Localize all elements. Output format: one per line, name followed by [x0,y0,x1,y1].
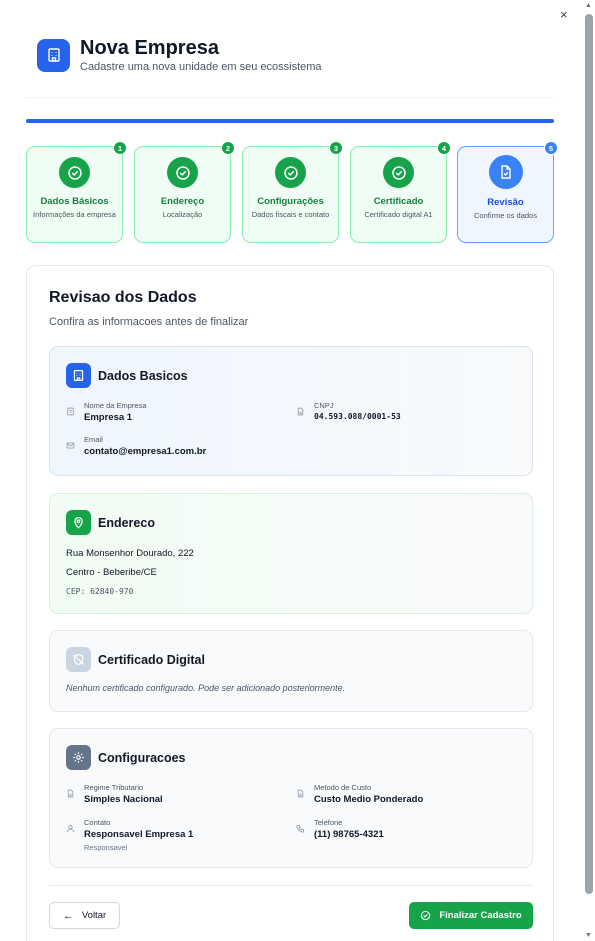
finish-button[interactable]: Finalizar Cadastro [409,902,533,929]
step-description: Informações da empresa [33,210,116,219]
review-card: Revisao dos Dados Confira as informacoes… [26,265,554,941]
document-icon [296,403,306,421]
field-note: Responsavel [84,843,128,852]
step-title: Endereço [160,196,205,207]
mail-icon [66,437,76,457]
scroll-down-icon[interactable]: ▼ [585,932,592,939]
field-label: Telefone [314,818,343,827]
page-title: Nova Empresa [80,37,219,59]
review-title: Revisao dos Dados [49,289,197,306]
step-description: Dados fiscais e contato [251,210,330,219]
step-title: Configurações [257,196,324,207]
section-configuracoes: Configuracoes Regime Tributario Simples … [49,728,533,868]
address-cep: CEP: 62840-970 [66,587,134,596]
step-number-badge: 5 [544,141,558,155]
field-metodo-custo: Metodo de Custo Custo Medio Ponderado [296,783,423,805]
step-endereco[interactable]: Endereço Localização 2 [134,141,235,243]
check-circle-icon [420,910,431,921]
page-subtitle: Cadastre uma nova unidade em seu ecossis… [80,61,322,73]
scroll-thumb[interactable] [585,14,593,894]
check-circle-icon [167,157,198,188]
field-label: Metodo de Custo [314,783,372,792]
header-divider [26,97,554,98]
progress-bar [26,119,554,123]
map-pin-icon [66,510,91,535]
field-label: Email [84,435,103,444]
stepper: Dados Básicos Informações da empresa 1 E… [26,141,558,244]
step-title: Revisão [487,197,524,208]
scroll-up-icon[interactable]: ▲ [585,2,592,9]
field-cnpj: CNPJ 04.593.088/0001-53 [296,401,401,421]
step-description: Confirme os dados [474,211,537,220]
building-icon [37,38,70,72]
step-number-badge: 4 [437,141,451,155]
field-label: CNPJ [314,401,334,410]
arrow-left-icon: ← [62,909,74,922]
field-label: Nome da Empresa [84,401,147,410]
finish-button-label: Finalizar Cadastro [439,910,522,921]
building-icon [66,403,76,423]
step-description: Certificado digital A1 [364,210,433,219]
step-certificado[interactable]: Certificado Certificado digital A1 4 [350,141,451,243]
file-check-icon [488,155,523,189]
field-nome-empresa: Nome da Empresa Empresa 1 [66,401,147,423]
field-value: Custo Medio Ponderado [314,794,424,805]
section-endereco: Endereco Rua Monsenhor Dourado, 222 Cent… [49,493,533,614]
field-contato: Contato Responsavel Empresa 1 Responsave… [66,818,193,852]
step-title: Certificado [373,196,424,207]
field-label: Contato [84,818,111,827]
check-circle-icon [59,157,90,188]
footer-divider [49,885,533,886]
phone-icon [296,820,306,840]
step-configuracoes[interactable]: Configurações Dados fiscais e contato 3 [242,141,343,243]
section-title: Configuracoes [98,750,186,765]
shield-off-icon [66,647,91,672]
field-value: Empresa 1 [84,412,133,423]
section-title: Dados Basicos [98,368,188,383]
check-circle-icon [275,157,306,188]
scrollbar[interactable]: ▲ ▼ [583,0,593,941]
section-title: Certificado Digital [98,652,205,667]
field-value: Simples Nacional [84,794,163,805]
field-regime-tributario: Regime Tributario Simples Nacional [66,783,163,805]
building-icon [66,363,91,388]
field-email: Email contato@empresa1.com.br [66,435,206,457]
field-telefone: Telefone (11) 98765-4321 [296,818,384,840]
address-city: Centro - Beberibe/CE [66,567,157,578]
step-title: Dados Básicos [40,196,109,207]
section-title: Endereco [98,515,155,530]
close-button[interactable]: × [560,7,568,22]
review-subtitle: Confira as informacoes antes de finaliza… [49,316,249,328]
field-value: 04.593.088/0001-53 [314,412,401,421]
step-revisao[interactable]: Revisão Confirme os dados 5 [457,141,558,243]
field-value: (11) 98765-4321 [314,829,384,840]
back-button[interactable]: ← Voltar [49,902,120,929]
step-number-badge: 2 [221,141,235,155]
certificate-empty-message: Nenhum certificado configurado. Pode ser… [66,683,346,693]
field-value: contato@empresa1.com.br [84,446,207,457]
section-certificado: Certificado Digital Nenhum certificado c… [49,630,533,712]
dialog-header: Nova Empresa Cadastre uma nova unidade e… [37,37,322,73]
user-icon [66,820,76,852]
back-button-label: Voltar [81,910,107,921]
step-dados-basicos[interactable]: Dados Básicos Informações da empresa 1 [26,141,127,243]
field-label: Regime Tributario [84,783,144,792]
check-circle-icon [383,157,414,188]
document-icon [296,785,306,805]
step-number-badge: 3 [329,141,343,155]
address-street: Rua Monsenhor Dourado, 222 [66,548,194,559]
field-value: Responsavel Empresa 1 [84,829,194,840]
gear-icon [66,745,91,770]
document-icon [66,785,76,805]
step-number-badge: 1 [113,141,127,155]
step-description: Localização [162,210,203,219]
section-dados-basicos: Dados Basicos Nome da Empresa Empresa 1 … [49,346,533,476]
